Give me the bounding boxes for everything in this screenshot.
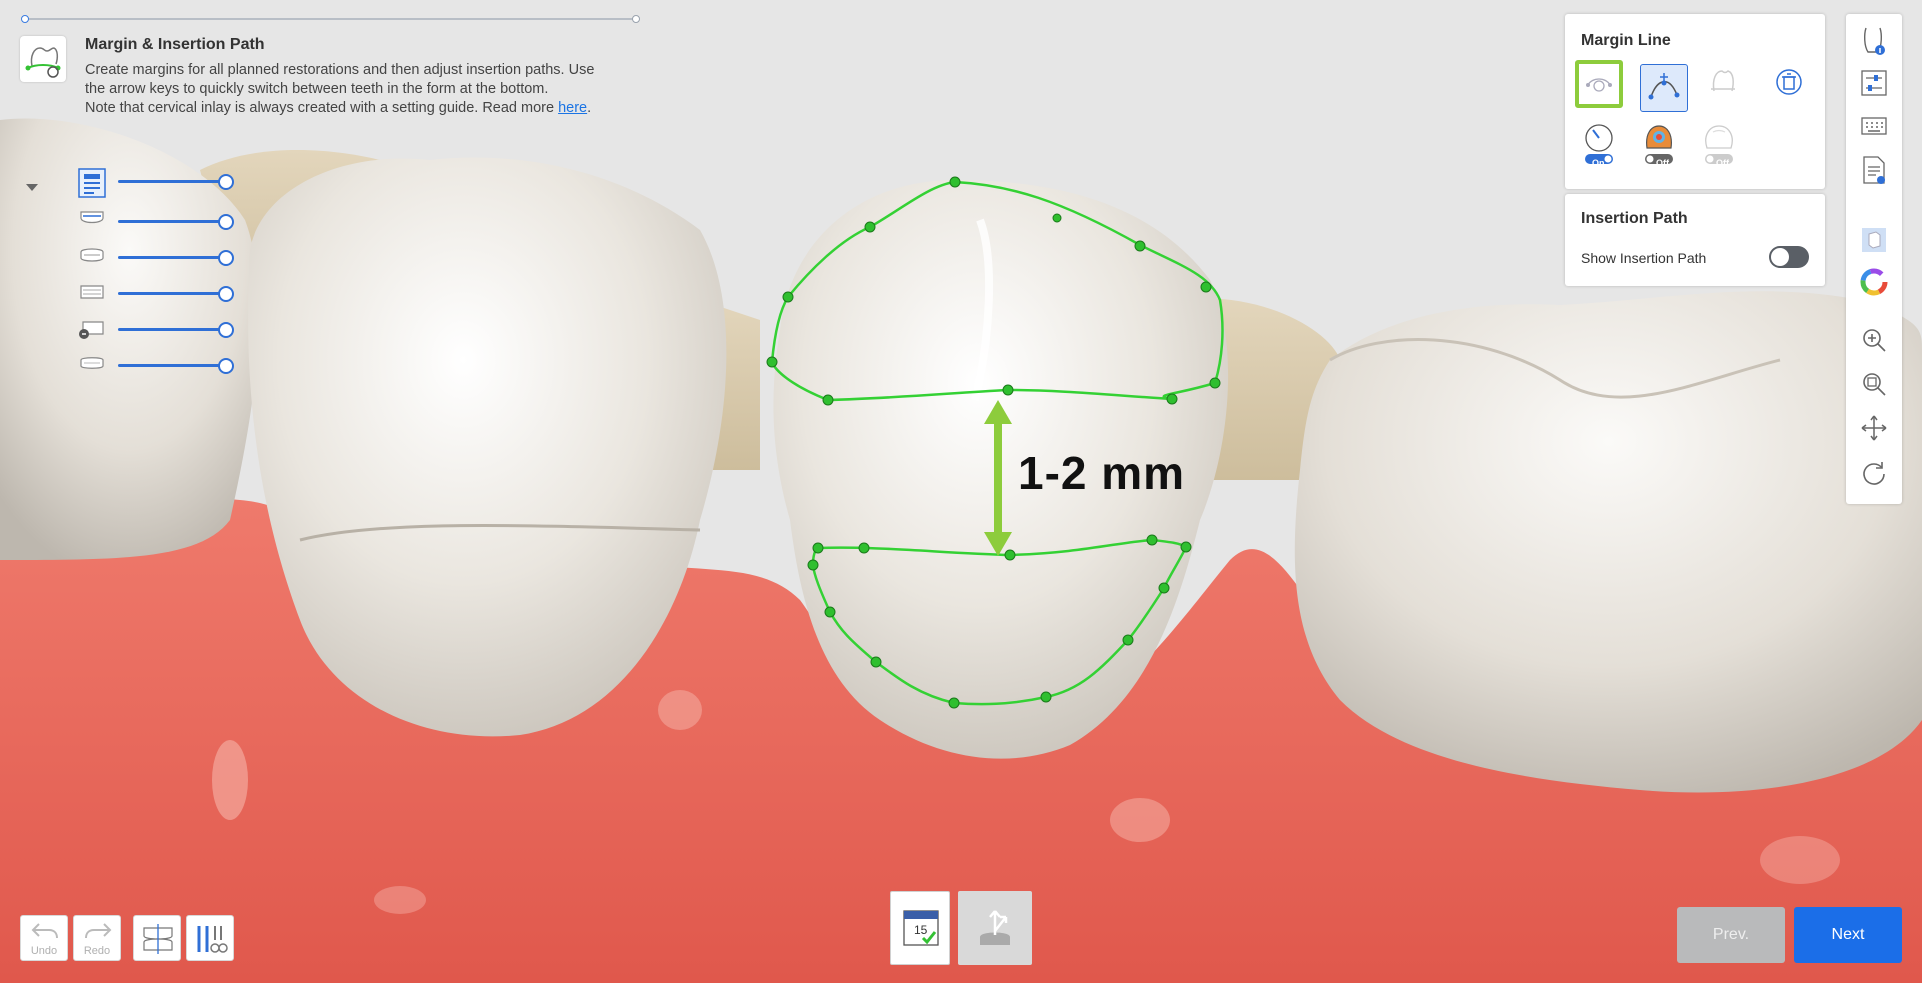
undo-button[interactable]: Undo: [20, 915, 68, 961]
gauge-state-label: On: [1592, 158, 1605, 168]
zoom-fit-button[interactable]: [1856, 368, 1892, 404]
jaw-view-button[interactable]: [133, 915, 181, 961]
view-cube-button[interactable]: [1856, 224, 1892, 260]
undo-icon: [31, 920, 59, 945]
undo-label: Undo: [30, 945, 58, 957]
slider-row-lower-jaw: [26, 278, 236, 308]
restoration-icon[interactable]: [78, 352, 106, 376]
tooth-margin-icon: [1706, 65, 1740, 104]
redo-button[interactable]: Redo: [73, 915, 121, 961]
color-wheel-icon: [1860, 268, 1888, 301]
keyboard-icon: [1860, 114, 1888, 143]
zoom-in-icon: [1860, 326, 1888, 359]
step-description: Create margins for all planned restorati…: [85, 61, 645, 118]
tooth-margin-button[interactable]: [1699, 60, 1747, 108]
antagonist-opacity-knob[interactable]: [218, 250, 234, 266]
pre-op-opacity-track[interactable]: [118, 328, 228, 331]
scan-info-button[interactable]: [1856, 24, 1892, 60]
slider-row-restoration: [26, 350, 236, 380]
progress-start-dot: [21, 15, 29, 23]
scan-info-icon: [1860, 24, 1888, 61]
read-more-link[interactable]: here: [558, 100, 587, 116]
report-opacity-knob[interactable]: [218, 174, 234, 190]
redo-icon: [84, 920, 112, 945]
sliders-settings-icon: [1860, 69, 1888, 102]
measurement-label: 1-2 mm: [1018, 447, 1186, 499]
description-line-3-text: Note that cervical inlay is always creat…: [85, 100, 559, 116]
insertion-path-title: Insertion Path: [1581, 210, 1688, 227]
report-opacity-track[interactable]: [118, 180, 228, 183]
edit-margin-curve-icon: [1647, 69, 1681, 108]
step-progress-bar: [21, 15, 640, 23]
settings-button[interactable]: [1856, 67, 1892, 103]
pan-arrows-icon: [1860, 414, 1888, 447]
tooth-form-button[interactable]: 15: [890, 891, 950, 965]
tools-button[interactable]: [186, 915, 234, 961]
antagonist-icon[interactable]: [78, 244, 106, 268]
keyboard-shortcuts-button[interactable]: [1856, 110, 1892, 146]
color-button[interactable]: [1856, 266, 1892, 302]
delete-margin-icon: [1772, 65, 1806, 104]
insertion-path-panel: Insertion Path Show Insertion Path: [1565, 194, 1825, 286]
restoration-opacity-knob[interactable]: [218, 358, 234, 374]
progress-end-dot: [632, 15, 640, 23]
description-line-1: Create margins for all planned restorati…: [85, 62, 595, 78]
margin-line-title: Margin Line: [1581, 32, 1671, 49]
pan-button[interactable]: [1856, 412, 1892, 448]
edit-margin-button[interactable]: [1640, 64, 1688, 112]
view-cube-icon: [1860, 226, 1888, 259]
tools-icon: [193, 922, 229, 961]
zoom-in-button[interactable]: [1856, 324, 1892, 360]
undercut-state-label: Off: [1716, 158, 1729, 168]
insertion-direction-button[interactable]: [958, 891, 1032, 965]
insertion-direction-icon: [972, 905, 1018, 956]
description-line-2: the arrow keys to quickly switch between…: [85, 81, 549, 97]
slider-row-upper-jaw: [26, 206, 236, 236]
slider-row-report: [26, 166, 236, 198]
lower-jaw-icon[interactable]: [78, 280, 106, 304]
margin-step-icon: [20, 36, 66, 82]
antagonist-opacity-track[interactable]: [118, 256, 228, 259]
pre-op-opacity-knob[interactable]: [218, 322, 234, 338]
auto-margin-icon: [1582, 67, 1616, 102]
jaw-view-icon: [140, 922, 176, 961]
tooth-number: 15: [914, 923, 928, 937]
report-icon[interactable]: [78, 168, 106, 198]
heatmap-state-label: Off: [1656, 158, 1669, 168]
lower-jaw-opacity-track[interactable]: [118, 292, 228, 295]
prev-button[interactable]: Prev.: [1677, 907, 1785, 963]
rotate-icon: [1860, 458, 1888, 491]
description-line-3: Note that cervical inlay is always creat…: [85, 99, 645, 118]
report-button[interactable]: [1856, 154, 1892, 190]
rotate-button[interactable]: [1856, 456, 1892, 492]
show-insertion-path-label: Show Insertion Path: [1581, 250, 1707, 266]
right-toolbar: [1846, 14, 1902, 504]
delete-margin-button[interactable]: [1765, 60, 1813, 108]
upper-jaw-opacity-knob[interactable]: [218, 214, 234, 230]
pre-op-scan-icon[interactable]: [78, 316, 106, 340]
zoom-fit-icon: [1860, 370, 1888, 403]
auto-margin-button[interactable]: [1575, 60, 1623, 108]
redo-label: Redo: [83, 945, 111, 957]
document-icon: [1860, 155, 1888, 190]
upper-jaw-icon[interactable]: [78, 208, 106, 232]
next-button[interactable]: Next: [1794, 907, 1902, 963]
step-title: Margin & Insertion Path: [85, 36, 265, 53]
slider-row-pre-op: [26, 314, 236, 344]
description-line-3-end: .: [587, 100, 592, 116]
show-insertion-path-toggle[interactable]: [1769, 246, 1809, 268]
restoration-opacity-track[interactable]: [118, 364, 228, 367]
lower-jaw-opacity-knob[interactable]: [218, 286, 234, 302]
slider-row-antagonist: [26, 242, 236, 272]
upper-jaw-opacity-track[interactable]: [118, 220, 228, 223]
